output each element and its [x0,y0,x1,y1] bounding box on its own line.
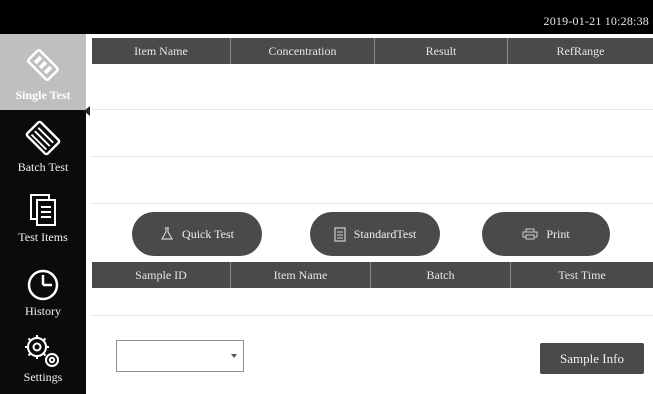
clock-icon [27,269,59,301]
result-table-body[interactable] [92,64,653,204]
print-button[interactable]: Print [482,212,610,256]
gear-icon [25,335,59,367]
sidebar-item-label: Settings [23,370,63,384]
document-icon [334,226,346,242]
document-icon [30,194,56,226]
column-header[interactable]: Sample ID [92,262,231,288]
sidebar-item-label: History [25,304,61,318]
print-label: Print [546,226,570,241]
standard-test-button[interactable]: StandardTest [310,212,440,256]
column-header[interactable]: Test Time [511,262,653,288]
chevron-down-icon[interactable] [231,354,237,358]
sample-info-button[interactable]: Sample Info [540,343,644,374]
column-header[interactable]: Batch [371,262,511,288]
sidebar-item-single-test[interactable]: Single Test [0,34,86,110]
datetime-display: 2019-01-21 10:28:38 [543,14,649,28]
sidebar: Single Test Batch Test Test Items Histor… [0,34,90,394]
sidebar-item-label: Single Test [15,88,71,102]
quick-test-label: Quick Test [182,226,234,241]
sidebar-item-label: Test Items [18,230,68,244]
test-strip-icon [27,49,59,81]
status-bar: 2019-01-21 10:28:38 [0,0,653,34]
column-header[interactable]: Concentration [231,38,375,64]
row-divider [92,156,653,157]
row-divider [92,109,653,110]
active-indicator [84,106,90,116]
sidebar-item-history[interactable]: History [0,262,86,328]
test-strip-icon [25,120,61,156]
sidebar-item-label: Batch Test [17,160,69,174]
column-header[interactable]: Result [375,38,508,64]
sidebar-item-settings[interactable]: Settings [0,330,86,394]
column-header[interactable]: Item Name [231,262,371,288]
sample-dropdown[interactable] [116,340,244,372]
row-divider [92,203,653,204]
standard-test-label: StandardTest [353,226,417,241]
column-header[interactable]: Item Name [92,38,231,64]
sample-table-header: Sample ID Item Name Batch Test Time [92,262,653,288]
result-table-header: Item Name Concentration Result RefRange [92,38,653,64]
column-header[interactable]: RefRange [508,38,653,64]
flask-icon [160,227,174,240]
quick-test-button[interactable]: Quick Test [132,212,262,256]
printer-icon [522,228,538,240]
sidebar-item-batch-test[interactable]: Batch Test [0,112,86,184]
sample-table-body[interactable] [92,288,653,316]
sidebar-item-test-items[interactable]: Test Items [0,186,86,256]
